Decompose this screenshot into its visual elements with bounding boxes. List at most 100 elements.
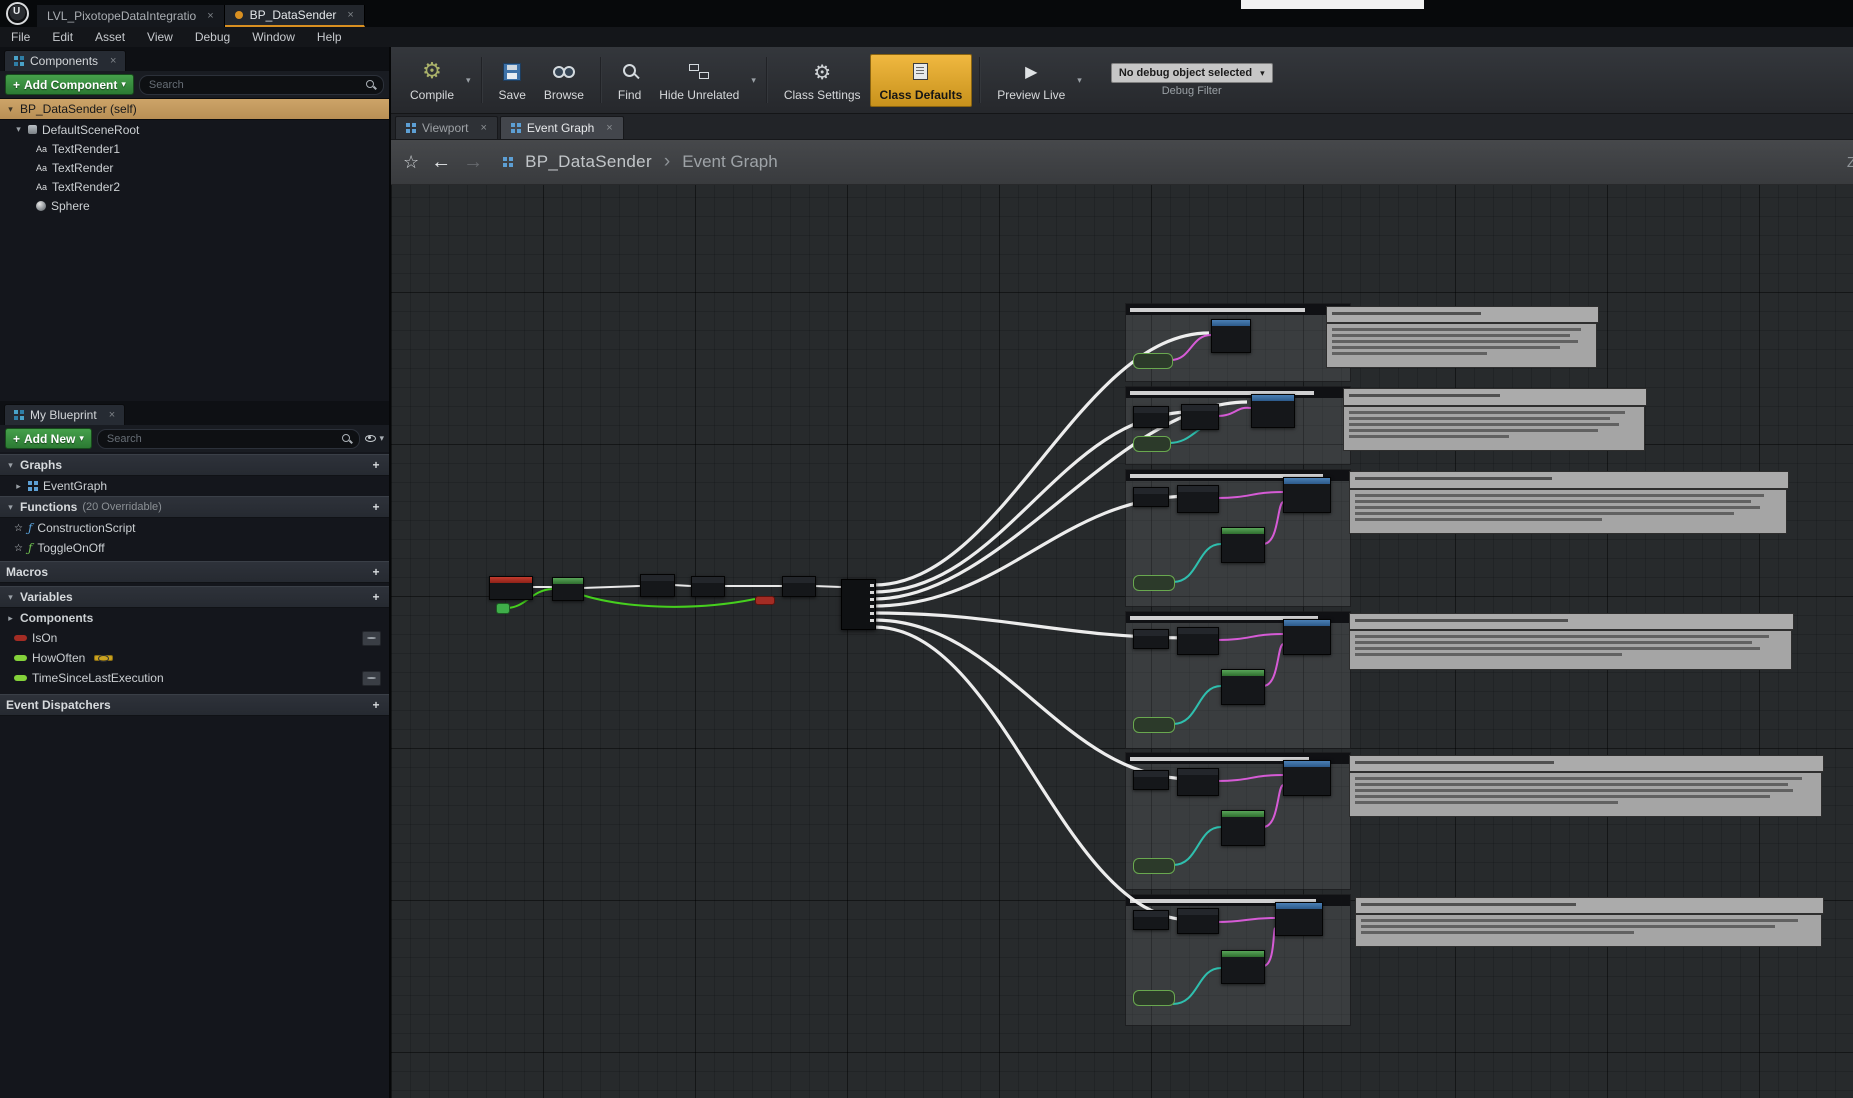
close-icon[interactable]: × [109,409,115,421]
favorite-star-icon[interactable]: ☆ [403,152,419,173]
graph-node[interactable] [1133,770,1169,790]
add-graph-button[interactable]: + [369,458,383,472]
nav-forward-icon[interactable]: → [463,151,483,174]
variable-getter-node[interactable] [1133,858,1175,874]
variable-getter-node[interactable] [1133,353,1173,369]
graph-node[interactable] [1133,910,1169,930]
note-title[interactable] [1343,388,1647,406]
eye-open-toggle[interactable] [94,655,113,661]
menu-edit[interactable]: Edit [41,30,84,44]
tab-components[interactable]: Components × [4,50,126,71]
row-variable-ison[interactable]: IsOn [0,628,389,648]
nav-back-icon[interactable]: ← [431,151,451,174]
component-row-textrender2[interactable]: Aa TextRender2 [0,177,389,196]
function-call-node[interactable] [1283,477,1331,513]
graph-node[interactable] [1177,627,1219,655]
row-toggleonoff[interactable]: ☆ ƒ ToggleOnOff [0,538,389,558]
find-button[interactable]: Find [609,55,650,106]
menu-file[interactable]: File [0,30,41,44]
expander-icon[interactable]: ▸ [6,613,15,624]
add-function-button[interactable]: + [369,500,383,514]
event-graph-canvas[interactable]: ☆ ← → BP_DataSender › Event Graph Z [391,140,1853,1098]
debug-object-select[interactable]: No debug object selected ▾ [1111,63,1273,83]
note-body[interactable] [1355,914,1822,947]
graph-node[interactable] [1133,487,1169,507]
function-call-node[interactable] [1251,394,1295,428]
expander-icon[interactable]: ▾ [6,592,15,603]
note-title[interactable] [1349,613,1794,630]
myblueprint-search-input[interactable] [105,432,343,446]
row-variable-timesincelastexecution[interactable]: TimeSinceLastExecution [0,668,389,688]
eye-closed-toggle[interactable] [362,631,381,646]
row-components-group[interactable]: ▸ Components [0,608,389,628]
save-button[interactable]: Save [490,55,535,106]
sequence-node[interactable] [841,579,876,630]
variable-getter-node[interactable] [1133,990,1175,1006]
component-row-self[interactable]: ▾ BP_DataSender (self) [0,98,389,120]
graph-node[interactable] [640,574,675,597]
visibility-filter-button[interactable]: ▾ [365,433,384,444]
section-macros[interactable]: Macros + [0,561,389,583]
component-row-sphere[interactable]: Sphere [0,196,389,215]
graph-node[interactable] [782,576,816,597]
function-call-node[interactable] [1283,619,1331,655]
class-settings-button[interactable]: ⚙ Class Settings [775,55,870,106]
function-call-node[interactable] [1211,319,1251,353]
function-call-node[interactable] [1283,760,1331,796]
expander-icon[interactable]: ▾ [6,502,15,513]
components-search-input[interactable] [147,78,366,92]
variable-getter-node[interactable] [1133,717,1175,733]
add-macro-button[interactable]: + [369,565,383,579]
unreal-logo-icon[interactable] [6,2,29,25]
section-functions[interactable]: ▾ Functions (20 Overridable) + [0,496,389,518]
hide-unrelated-caret[interactable]: ▾ [748,75,759,86]
menu-help[interactable]: Help [306,30,353,44]
close-icon[interactable]: × [110,55,116,67]
menu-debug[interactable]: Debug [184,30,241,44]
graph-node[interactable] [1133,406,1169,428]
add-variable-button[interactable]: + [369,590,383,604]
pure-function-node[interactable] [1221,950,1265,984]
pure-function-node[interactable] [1221,669,1265,705]
graph-node[interactable] [1133,629,1169,649]
close-icon[interactable]: × [480,122,486,134]
menu-asset[interactable]: Asset [84,30,136,44]
compile-options-caret[interactable]: ▾ [463,75,474,86]
pure-function-node[interactable] [1221,527,1265,563]
note-title[interactable] [1326,306,1599,323]
close-icon[interactable]: × [606,122,612,134]
add-component-button[interactable]: + Add Component ▾ [5,74,134,95]
section-graphs[interactable]: ▾ Graphs + [0,454,389,476]
asset-tab-bp-datasender[interactable]: BP_DataSender × [225,5,365,27]
variable-getter-node[interactable] [1133,575,1175,591]
row-variable-howoften[interactable]: HowOften [0,648,389,668]
pure-function-node[interactable] [1221,810,1265,846]
class-defaults-button[interactable]: Class Defaults [870,54,973,107]
components-search[interactable] [139,75,384,95]
myblueprint-search[interactable] [97,429,361,449]
compile-button[interactable]: ⚙ Compile [401,55,463,106]
variable-getter-node[interactable] [1133,436,1171,452]
expander-icon[interactable]: ▾ [14,124,23,135]
component-row-textrender1[interactable]: Aa TextRender1 [0,139,389,158]
event-node[interactable] [489,576,533,600]
graph-node[interactable] [1177,768,1219,796]
note-title[interactable] [1349,755,1824,772]
add-dispatcher-button[interactable]: + [369,698,383,712]
tab-viewport[interactable]: Viewport × [395,116,498,139]
note-body[interactable] [1349,772,1822,817]
bool-getter-node[interactable] [755,596,775,605]
graph-node[interactable] [1177,908,1219,934]
preview-live-caret[interactable]: ▾ [1074,75,1085,86]
hide-unrelated-button[interactable]: Hide Unrelated [650,55,748,106]
component-row-textrender[interactable]: Aa TextRender [0,158,389,177]
note-title[interactable] [1349,471,1789,489]
section-event-dispatchers[interactable]: Event Dispatchers + [0,694,389,716]
graph-node[interactable] [1177,485,1219,513]
asset-tab-level[interactable]: LVL_PixotopeDataIntegratio × [37,5,225,27]
breadcrumb-root[interactable]: BP_DataSender [525,152,652,172]
note-body[interactable] [1326,323,1597,368]
eye-closed-toggle[interactable] [362,671,381,686]
note-title[interactable] [1355,897,1824,914]
expander-icon[interactable]: ▸ [14,481,23,492]
